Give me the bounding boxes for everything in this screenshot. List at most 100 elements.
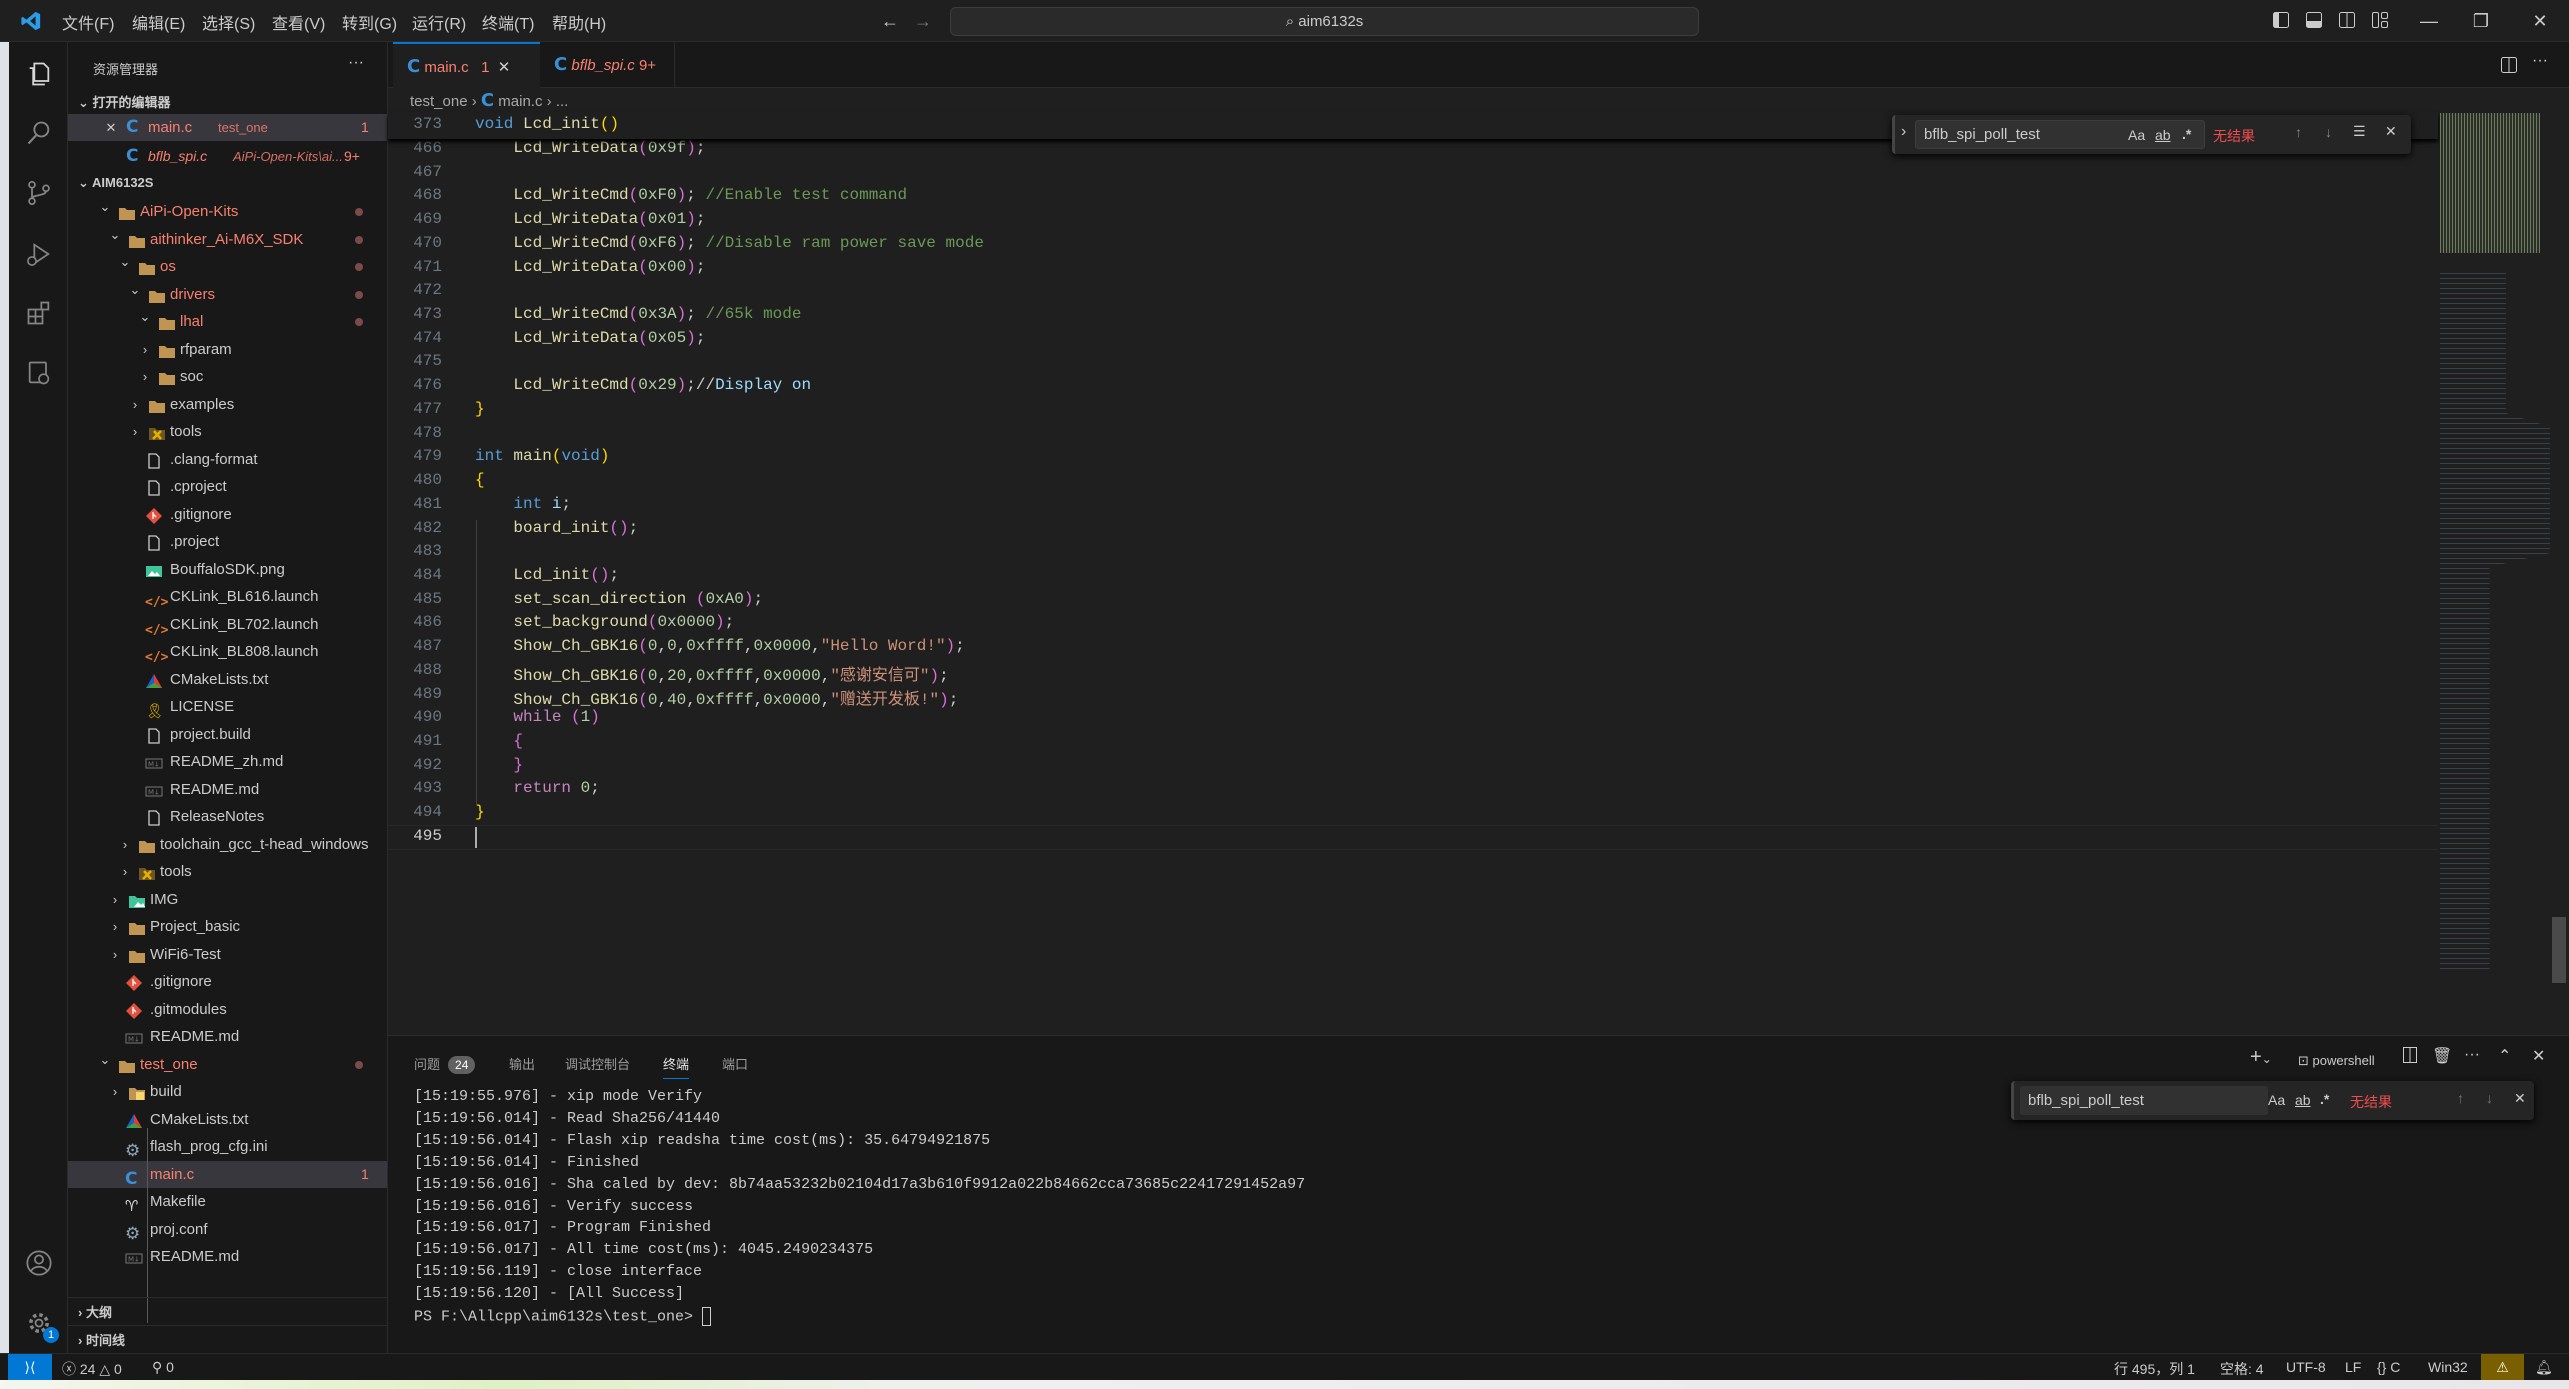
menu-item[interactable]: 编辑(E) xyxy=(132,10,185,34)
previous-match-icon[interactable]: ↑ xyxy=(2295,124,2302,140)
chevron-down-icon[interactable]: ⌄ xyxy=(98,1046,112,1073)
code-line[interactable]: } xyxy=(475,400,485,418)
code-line[interactable]: Lcd_init(); xyxy=(475,566,619,584)
regex-icon[interactable]: .* xyxy=(2320,1091,2329,1107)
timeline-header[interactable]: › 时间线 xyxy=(78,1330,125,1349)
panel-tab[interactable]: 输出 xyxy=(509,1054,535,1073)
tree-item-file[interactable]: .gitmodules xyxy=(68,996,387,1023)
tree-item-file[interactable]: ♈︎ Makefile xyxy=(68,1188,387,1215)
toggle-panel-icon[interactable] xyxy=(2305,11,2323,29)
breadcrumb-file[interactable]: main.c xyxy=(498,93,542,110)
menu-item[interactable]: 运行(R) xyxy=(412,10,466,34)
more-actions-button[interactable]: ··· xyxy=(348,54,364,72)
tree-item-file[interactable]: ⚙ flash_prog_cfg.ini xyxy=(68,1133,387,1160)
tree-item-file[interactable]: M↓ README.md xyxy=(68,776,387,803)
tree-item-file[interactable]: .project xyxy=(68,528,387,555)
split-terminal-icon[interactable] xyxy=(2402,1046,2418,1064)
tree-item-file[interactable]: .clang-format xyxy=(68,446,387,473)
command-center-search[interactable]: ⌕ aim6132s xyxy=(950,7,1699,36)
tree-item-file[interactable]: </> CKLink_BL702.launch xyxy=(68,611,387,638)
chevron-right-icon[interactable]: › xyxy=(108,913,122,940)
menu-item[interactable]: 终端(T) xyxy=(482,10,534,34)
minimap[interactable] xyxy=(2440,113,2550,973)
code-line[interactable]: Show_Ch_GBK16(0,40,0xffff,0x0000,"赠送开发板!… xyxy=(475,685,958,709)
panel-more-icon[interactable]: ··· xyxy=(2464,1046,2480,1064)
tree-item-folder[interactable]: › IMG xyxy=(68,886,387,913)
chevron-down-icon[interactable]: ⌄ xyxy=(118,248,132,275)
editor-scrollbar-thumb[interactable] xyxy=(2552,917,2566,983)
panel-tab[interactable]: 调试控制台 xyxy=(565,1054,630,1073)
chevron-down-icon[interactable]: ⌄ xyxy=(128,276,142,303)
tree-item-file[interactable]: Cmain.c 1 xyxy=(68,1160,387,1188)
tree-item-folder[interactable]: › toolchain_gcc_t-head_windows xyxy=(68,831,387,858)
chevron-right-icon[interactable]: › xyxy=(118,831,132,858)
chevron-right-icon[interactable]: › xyxy=(128,391,142,418)
maximize-panel-icon[interactable]: ⌃ xyxy=(2498,1046,2511,1066)
explorer-icon[interactable] xyxy=(25,60,53,88)
match-case-icon[interactable]: Aa xyxy=(2268,1092,2285,1108)
chevron-down-icon[interactable]: ⌄ xyxy=(138,303,152,330)
tree-item-file[interactable]: .gitignore xyxy=(68,968,387,995)
code-line[interactable]: int i; xyxy=(475,495,571,513)
editor-more-actions-icon[interactable]: ··· xyxy=(2532,52,2548,70)
indentation[interactable]: 空格: 4 xyxy=(2220,1359,2264,1379)
code-line[interactable]: Lcd_WriteData(0x00); xyxy=(475,258,705,276)
split-editor-icon[interactable] xyxy=(2500,56,2518,74)
cursor-position[interactable]: 行 495，列 1 xyxy=(2114,1359,2195,1379)
code-line[interactable]: set_background(0x0000); xyxy=(475,613,734,631)
code-line[interactable]: { xyxy=(475,471,485,489)
toggle-secondary-sidebar-icon[interactable] xyxy=(2338,11,2356,29)
tree-item-file[interactable]: 🎗︎ LICENSE xyxy=(68,693,387,720)
whole-word-icon[interactable]: ab xyxy=(2295,1092,2311,1108)
tab-bflb-spi-c[interactable]: C bflb_spi.c 9+ xyxy=(540,42,675,88)
code-line[interactable]: Lcd_WriteCmd(0x3A); //65k mode xyxy=(475,305,801,323)
open-editor-item[interactable]: Cbflb_spi.c AiPi-Open-Kits\ai... 9+ xyxy=(68,143,387,170)
tree-item-file[interactable]: CMakeLists.txt xyxy=(68,1106,387,1133)
code-line[interactable]: Show_Ch_GBK16(0,0,0xffff,0x0000,"Hello W… xyxy=(475,637,964,655)
restore-icon[interactable]: ❐ xyxy=(2470,10,2492,32)
new-terminal-icon[interactable]: +⌄ xyxy=(2250,1046,2272,1069)
code-line[interactable]: set_scan_direction (0xA0); xyxy=(475,590,763,608)
encoding[interactable]: UTF-8 xyxy=(2286,1359,2326,1375)
code-line[interactable]: } xyxy=(475,756,523,774)
workspace-root-header[interactable]: ⌄ AIM6132S xyxy=(78,175,378,191)
open-editor-item[interactable]: ✕ Cmain.c test_one 1 xyxy=(68,114,387,141)
chevron-right-icon[interactable]: › xyxy=(138,336,152,363)
notifications-bell-icon[interactable]: 🔔︎ xyxy=(2535,1359,2553,1376)
tab-main-c[interactable]: C main.c 1 ✕ xyxy=(393,42,540,88)
code-line[interactable]: Lcd_WriteCmd(0x29);//Display on xyxy=(475,376,811,394)
back-arrow-icon[interactable]: ← xyxy=(879,10,901,32)
menu-item[interactable]: 文件(F) xyxy=(62,10,114,34)
code-line[interactable]: Show_Ch_GBK16(0,20,0xffff,0x0000,"感谢安信可"… xyxy=(475,661,948,685)
customize-layout-icon[interactable] xyxy=(2371,11,2389,29)
tree-item-file[interactable]: </> CKLink_BL808.launch xyxy=(68,638,387,665)
extensions-icon[interactable] xyxy=(25,299,53,327)
tree-item-folder[interactable]: › examples xyxy=(68,391,387,418)
tree-item-folder[interactable]: › WiFi6-Test xyxy=(68,941,387,968)
close-find-icon[interactable]: ✕ xyxy=(2385,123,2397,140)
code-line[interactable]: int main(void) xyxy=(475,447,609,465)
terminal-shell[interactable]: ⊡ powershell xyxy=(2298,1053,2375,1069)
chevron-right-icon[interactable]: › xyxy=(128,418,142,445)
run-debug-icon[interactable] xyxy=(25,240,53,268)
close-editor-icon[interactable]: ✕ xyxy=(104,114,118,141)
match-case-icon[interactable]: Aa xyxy=(2128,127,2145,143)
toggle-replace-icon[interactable]: › xyxy=(1901,123,1906,141)
code-line[interactable]: Lcd_WriteData(0x05); xyxy=(475,329,705,347)
close-tab-icon[interactable]: ✕ xyxy=(498,59,511,76)
close-find-icon[interactable]: ✕ xyxy=(2514,1090,2526,1107)
outline-header[interactable]: › 大纲 xyxy=(78,1302,112,1321)
tree-item-folder[interactable]: ⌄ drivers xyxy=(68,281,387,308)
breadcrumb-folder[interactable]: test_one xyxy=(410,93,468,110)
terminal-prompt[interactable]: PS F:\Allcpp\aim6132s\test_one> xyxy=(414,1307,712,1326)
previous-match-icon[interactable]: ↑ xyxy=(2457,1090,2464,1106)
next-match-icon[interactable]: ↓ xyxy=(2486,1090,2493,1106)
tree-item-folder[interactable]: › tools xyxy=(68,858,387,885)
account-icon[interactable] xyxy=(25,1249,53,1277)
warning-icon[interactable]: ⚠ xyxy=(2481,1354,2524,1380)
tree-item-file[interactable]: ⚙ proj.conf xyxy=(68,1216,387,1243)
language-mode[interactable]: {} C xyxy=(2377,1359,2400,1375)
menu-item[interactable]: 帮助(H) xyxy=(552,10,606,34)
tree-item-folder[interactable]: › Project_basic xyxy=(68,913,387,940)
chevron-right-icon[interactable]: › xyxy=(138,363,152,390)
